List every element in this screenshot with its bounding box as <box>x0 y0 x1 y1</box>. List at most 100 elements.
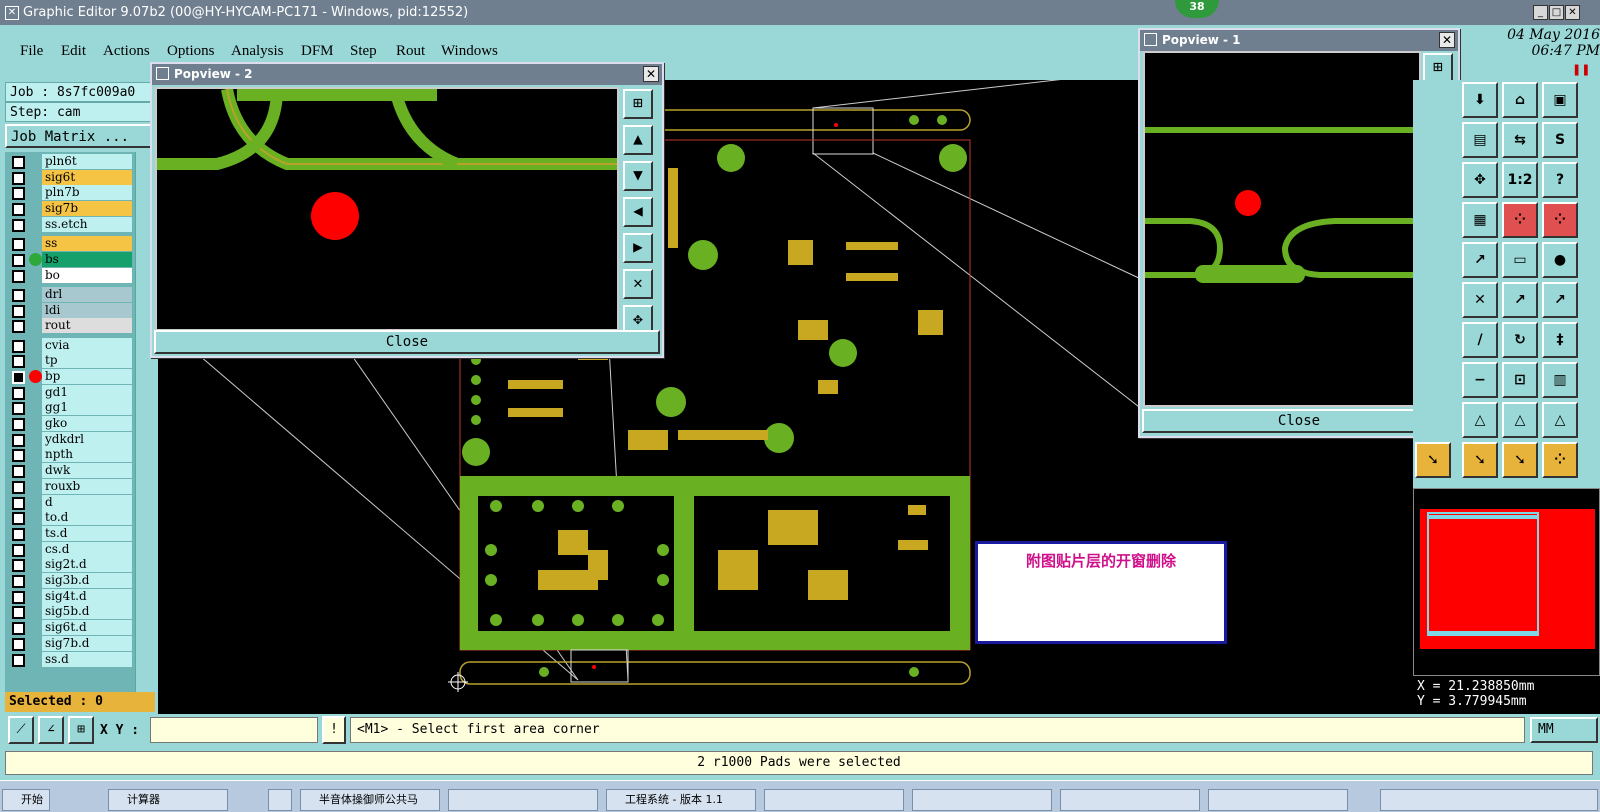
zoom-fit-icon[interactable]: ⊞ <box>1423 53 1453 83</box>
layer-name[interactable]: pln6t <box>42 154 132 169</box>
layer-name[interactable]: ss.d <box>42 651 132 667</box>
system-tray[interactable] <box>1380 789 1598 811</box>
layer-row[interactable]: bp <box>5 368 133 385</box>
layer-row[interactable]: sig4t.d <box>5 588 133 605</box>
layer-row[interactable]: npth <box>5 447 133 463</box>
net-icon[interactable]: ⁘ <box>1502 202 1538 238</box>
layer-name[interactable]: ss <box>42 236 132 252</box>
menu-actions[interactable]: Actions <box>103 43 150 60</box>
xy-input[interactable] <box>150 717 318 743</box>
menu-rout[interactable]: Rout <box>396 43 425 60</box>
grid-icon[interactable]: ▦ <box>1462 202 1498 238</box>
layer-row[interactable]: gko <box>5 416 133 432</box>
layer-name[interactable]: dwk <box>42 463 132 479</box>
units-select[interactable]: MM <box>1530 717 1598 743</box>
pause-icon[interactable]: ❚❚ <box>1572 63 1590 76</box>
layer-checkbox[interactable] <box>12 449 25 463</box>
taskbar-item[interactable]: 计算器 <box>108 789 228 811</box>
layer-name[interactable]: ss.etch <box>42 216 132 232</box>
menu-options[interactable]: Options <box>167 43 215 60</box>
pan-right-icon[interactable]: ▶ <box>623 233 653 263</box>
components-icon[interactable]: ▥ <box>1542 362 1578 398</box>
menu-step[interactable]: Step <box>350 43 377 60</box>
taskbar-item[interactable] <box>1060 789 1200 811</box>
layer-name[interactable]: bp <box>42 368 132 384</box>
ruler-icon[interactable]: ▭ <box>1502 242 1538 278</box>
layer-row[interactable]: rout <box>5 318 133 334</box>
layer-row[interactable]: drl <box>5 286 133 303</box>
layer-checkbox[interactable] <box>12 386 25 400</box>
layer-checkbox[interactable] <box>12 370 25 384</box>
layer-row[interactable]: dwk <box>5 463 133 479</box>
layer-row[interactable]: sig2t.d <box>5 557 133 573</box>
layer-row[interactable]: cvia <box>5 337 133 354</box>
minus-icon[interactable]: − <box>1462 362 1498 398</box>
layer-checkbox[interactable] <box>12 218 25 232</box>
layer-row[interactable]: cs.d <box>5 541 133 558</box>
popview-2-close-button[interactable]: Close <box>154 330 660 354</box>
layer-name[interactable]: sig7b <box>42 201 132 217</box>
s-icon[interactable]: S <box>1542 122 1578 158</box>
taskbar-item[interactable] <box>268 789 292 811</box>
start-button[interactable]: 开始 <box>2 789 50 811</box>
layer-checkbox[interactable] <box>12 288 25 302</box>
layer-checkbox[interactable] <box>12 238 25 252</box>
maximize-button[interactable]: □ <box>1549 5 1564 20</box>
layer-checkbox[interactable] <box>12 575 25 588</box>
popview-1-close-button[interactable]: Close <box>1142 409 1456 433</box>
layer-name[interactable]: pln7b <box>42 185 132 201</box>
layer-checkbox[interactable] <box>12 465 25 479</box>
layer-name[interactable]: npth <box>42 447 132 463</box>
alert-icon[interactable]: ! <box>322 716 346 744</box>
layer-checkbox[interactable] <box>12 339 25 353</box>
layer-checkbox[interactable] <box>12 418 25 431</box>
popview-1-close-icon[interactable]: ✕ <box>1439 32 1455 48</box>
layer-name[interactable]: bs <box>42 251 132 267</box>
net-select-icon[interactable]: ⁘ <box>1542 202 1578 238</box>
cross-icon[interactable]: ✕ <box>1462 282 1498 318</box>
layer-checkbox[interactable] <box>12 559 25 573</box>
measure-icon[interactable]: ↗ <box>1462 242 1498 278</box>
angle-icon[interactable]: ∠ <box>38 716 64 744</box>
popview-1-view[interactable] <box>1143 51 1421 407</box>
layer-name[interactable]: d <box>42 494 132 510</box>
layer-row[interactable]: sig5b.d <box>5 604 133 620</box>
menu-edit[interactable]: Edit <box>61 43 86 60</box>
layer-row[interactable]: sig7b.d <box>5 635 133 652</box>
taskbar-item[interactable]: 工程系统 - 版本 1.1 <box>606 789 756 811</box>
layer-name[interactable]: sig4t.d <box>42 588 132 604</box>
layer-row[interactable]: ydkdrl <box>5 431 133 448</box>
layer-checkbox[interactable] <box>12 496 25 510</box>
layer-name[interactable]: sig7b.d <box>42 635 132 651</box>
layer-checkbox[interactable] <box>12 304 25 318</box>
layer-name[interactable]: ydkdrl <box>42 431 132 447</box>
layer-row[interactable]: bs <box>5 251 133 268</box>
zoom-fit-icon[interactable]: ⊞ <box>623 89 653 119</box>
select-net-icon[interactable]: ⁘ <box>1542 442 1578 478</box>
layer-name[interactable]: rout <box>42 318 132 334</box>
scale-icon[interactable]: 1:2 <box>1502 162 1538 198</box>
layer-row[interactable]: sig7b <box>5 201 133 217</box>
layer-row[interactable]: tp <box>5 353 133 369</box>
layer-checkbox[interactable] <box>12 171 25 185</box>
layer-checkbox[interactable] <box>12 606 25 620</box>
move-icon[interactable]: ✥ <box>1462 162 1498 198</box>
triangle-in-icon[interactable]: △ <box>1542 402 1578 438</box>
layer-checkbox[interactable] <box>12 590 25 604</box>
line-end-icon[interactable]: ↗ <box>1542 282 1578 318</box>
line-icon[interactable]: ↗ <box>1502 282 1538 318</box>
layer-row[interactable]: gg1 <box>5 400 133 416</box>
popview-2-view[interactable] <box>155 87 619 331</box>
select-arrow-icon[interactable]: ➘ <box>1415 442 1451 478</box>
layer-checkbox[interactable] <box>12 156 25 169</box>
pan-up-icon[interactable]: ▲ <box>623 125 653 155</box>
layer-row[interactable]: sig3b.d <box>5 573 133 589</box>
layer-checkbox[interactable] <box>12 527 25 541</box>
layer-checkbox[interactable] <box>12 543 25 557</box>
minimize-button[interactable]: _ <box>1533 5 1548 20</box>
layer-name[interactable]: sig6t <box>42 169 132 185</box>
zoom-in-icon[interactable]: ✕ <box>623 269 653 299</box>
swap-icon[interactable]: ⇆ <box>1502 122 1538 158</box>
menu-dfm[interactable]: DFM <box>301 43 334 60</box>
menu-file[interactable]: File <box>20 43 43 60</box>
